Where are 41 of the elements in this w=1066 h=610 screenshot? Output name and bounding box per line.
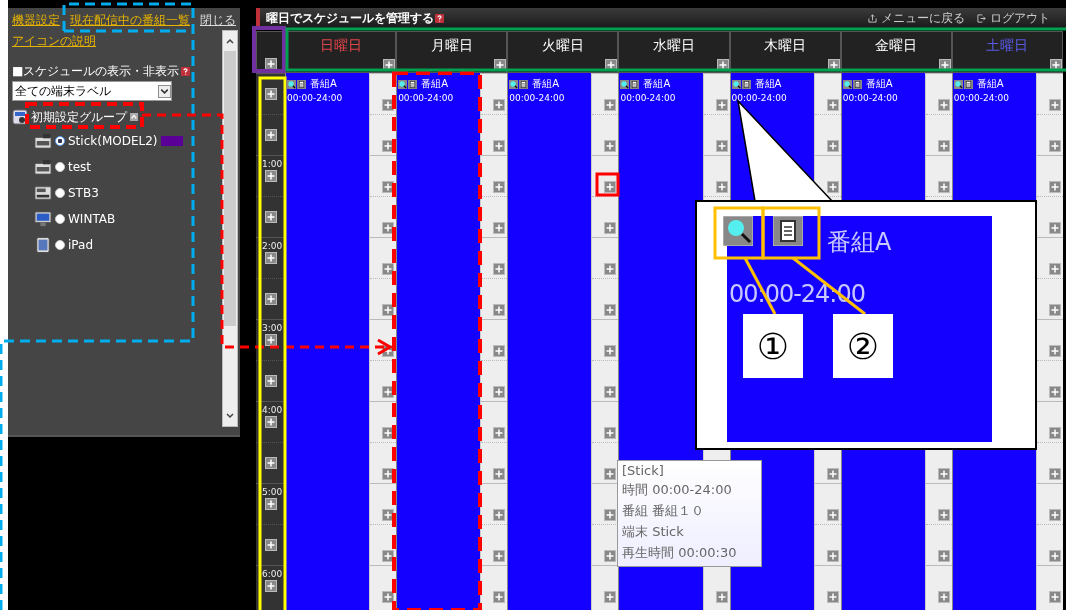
device-label: STB3 [68, 186, 99, 200]
device-label: iPad [68, 238, 93, 252]
time-label: 6:00 [262, 569, 283, 579]
program-title: 番組A [421, 77, 448, 91]
time-label: 2:00 [262, 241, 283, 251]
day-label: 金曜日 [875, 37, 918, 55]
device-label: Stick(MODEL2) [68, 134, 158, 148]
day-label: 土曜日 [986, 37, 1029, 55]
program-time: 00:00-24:00 [398, 93, 455, 103]
program-title: 番組A [643, 77, 671, 91]
day-label: 木曜日 [764, 37, 807, 55]
program-time: 00:00-24:00 [953, 93, 1010, 103]
program-time: 00:00-24:00 [509, 93, 566, 103]
device-label: WINTAB [68, 212, 116, 226]
tooltip-line: [Stick] [622, 463, 665, 478]
program-title: 番組A [532, 77, 560, 91]
magnified-program-title: 番組A [827, 227, 892, 258]
section-title: ■スケジュールの表示・非表示 [12, 64, 180, 78]
program-title: 番組A [310, 77, 337, 91]
group-label: 初期設定グループ [31, 110, 127, 124]
time-label: 1:00 [262, 159, 283, 169]
program-time: 00:00-24:00 [842, 93, 899, 103]
day-label: 月曜日 [430, 37, 473, 55]
time-label: 3:00 [262, 323, 283, 333]
page-title: 曜日でスケジュールを管理する [266, 9, 434, 27]
program-time: 00:00-24:00 [620, 93, 677, 103]
number-marker: ② [833, 314, 893, 378]
tooltip-line: 番組 番組１０ [622, 502, 706, 520]
time-label: 5:00 [262, 487, 283, 497]
program-title: 番組A [865, 77, 893, 91]
device-label: test [68, 160, 92, 174]
time-label: 4:00 [262, 405, 283, 415]
number-marker: ① [743, 314, 803, 378]
day-label: 火曜日 [541, 37, 584, 55]
day-label: 水曜日 [653, 37, 695, 55]
program-title: 番組A [754, 77, 782, 91]
program-time: 00:00-24:00 [731, 93, 788, 103]
program-title: 番組A [976, 77, 1004, 91]
tooltip-line: 端末 Stick [622, 523, 685, 541]
program-time: 00:00-24:00 [287, 93, 344, 103]
day-label: 日曜日 [319, 37, 362, 55]
